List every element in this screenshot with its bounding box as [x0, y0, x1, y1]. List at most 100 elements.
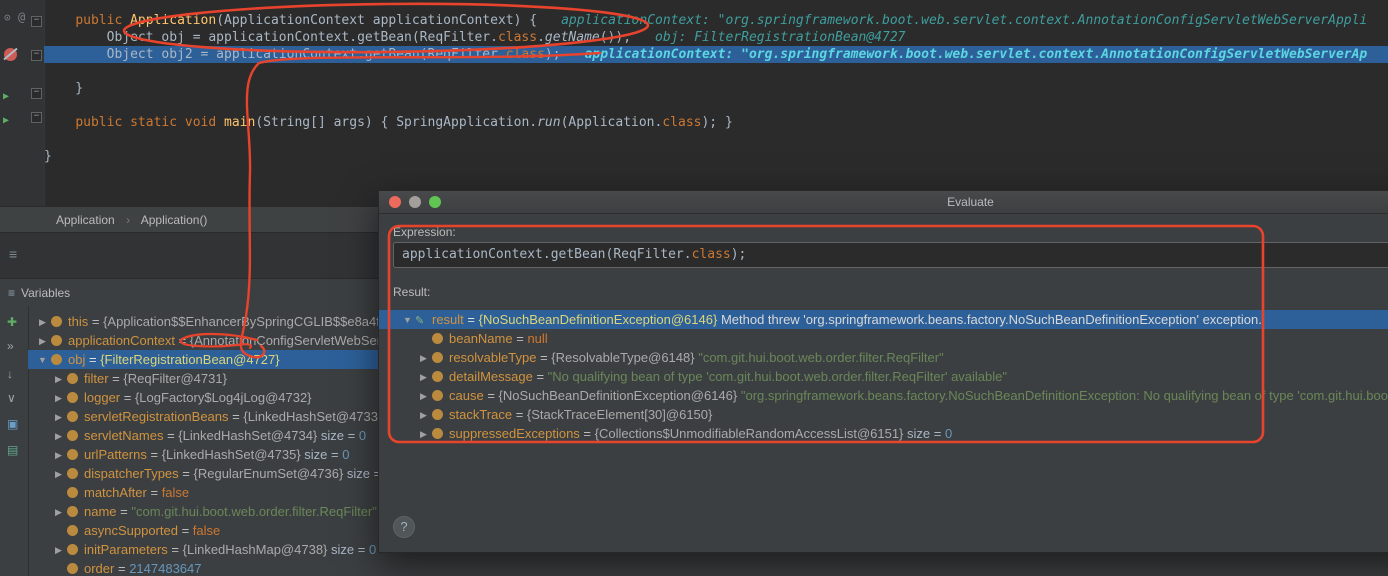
variable-row[interactable]: ▶this = {Application$$EnhancerBySpringCG…	[28, 312, 378, 331]
chevron-right-icon[interactable]: ▶	[52, 446, 65, 464]
debugger-inline-hint: applicationContext: "org.springframework…	[585, 47, 1368, 62]
result-row-selected[interactable]: ▼✎result = {NoSuchBeanDefinitionExceptio…	[379, 310, 1388, 329]
close-icon[interactable]	[389, 196, 401, 208]
chevron-down-icon[interactable]: ▼	[36, 351, 49, 369]
result-value: = {Collections$UnmodifiableRandomAccessL…	[580, 426, 952, 441]
code-line	[44, 97, 1388, 114]
variable-row[interactable]: ▶urlPatterns = {LinkedHashSet@4735} size…	[28, 445, 378, 464]
result-row[interactable]: ▶stackTrace = {StackTraceElement[30]@615…	[393, 405, 1388, 424]
code-editor[interactable]: ⊙ @ ▶ ▶ − − − − public Application(Appli…	[0, 0, 1388, 206]
chevron-right-icon[interactable]: ▶	[52, 389, 65, 407]
field-icon	[67, 544, 78, 555]
chevron-right-icon[interactable]: ▶	[417, 349, 430, 367]
tab-label: Variables	[21, 286, 70, 300]
expression-input[interactable]: applicationContext.getBean(ReqFilter.cla…	[393, 242, 1388, 268]
variables-tab-icon: ≡	[8, 286, 15, 300]
field-icon	[67, 449, 78, 460]
result-row[interactable]: ▶detailMessage = "No qualifying bean of …	[393, 367, 1388, 386]
zoom-icon[interactable]	[429, 196, 441, 208]
chevron-right-icon[interactable]: ▶	[52, 427, 65, 445]
chevron-right-icon[interactable]: ▶	[36, 313, 49, 331]
variable-row[interactable]: ▶applicationContext = {AnnotationConfigS…	[28, 331, 378, 350]
chevron-right-icon[interactable]: ▶	[417, 387, 430, 405]
result-label: Result:	[393, 284, 1388, 300]
code-fold-icon[interactable]: −	[31, 50, 42, 61]
chevron-right-icon[interactable]: ▶	[417, 425, 430, 443]
breadcrumb-item-method[interactable]: Application()	[141, 213, 208, 227]
result-value: = "No qualifying bean of type 'com.git.h…	[533, 369, 1007, 384]
gutter-marker-icon[interactable]: @	[18, 12, 25, 23]
field-icon	[67, 563, 78, 574]
help-button[interactable]: ?	[393, 516, 415, 538]
variables-panel[interactable]: ▶this = {Application$$EnhancerBySpringCG…	[28, 306, 378, 576]
breadcrumb-item-class[interactable]: Application	[56, 213, 115, 227]
layout-settings-icon[interactable]: ≡	[9, 247, 17, 261]
result-row[interactable]: ▶cause = {NoSuchBeanDefinitionException@…	[393, 386, 1388, 405]
variable-row[interactable]: ▶servletNames = {LinkedHashSet@4734} siz…	[28, 426, 378, 445]
result-row[interactable]: ▶resolvableType = {ResolvableType@6148} …	[393, 348, 1388, 367]
variable-row[interactable]: ▶name = "com.git.hui.boot.web.order.filt…	[28, 502, 378, 521]
chevron-right-icon[interactable]: ▶	[52, 541, 65, 559]
variable-value: = false	[178, 523, 220, 538]
add-watch-icon[interactable]: ✚	[7, 316, 17, 328]
result-value: = {NoSuchBeanDefinitionException@6146} "…	[484, 388, 1388, 403]
field-icon	[67, 468, 78, 479]
variable-value: = {LogFactory$Log4jLog@4732}	[120, 390, 311, 405]
code-fold-icon[interactable]: −	[31, 88, 42, 99]
result-value: = {StackTraceElement[30]@6150}	[512, 407, 712, 422]
variable-row[interactable]: ▶filter = {ReqFilter@4731}	[28, 369, 378, 388]
breadcrumb-separator-icon: ›	[126, 213, 130, 227]
result-value: = {ResolvableType@6148} "com.git.hui.boo…	[536, 350, 943, 365]
field-icon	[51, 354, 62, 365]
breakpoint-icon[interactable]	[4, 48, 17, 61]
chevron-right-icon[interactable]: ▶	[52, 370, 65, 388]
code-lines: public Application(ApplicationContext ap…	[44, 12, 1388, 165]
result-row[interactable]: ▶suppressedExceptions = {Collections$Unm…	[393, 424, 1388, 443]
chevron-right-icon[interactable]: ▶	[52, 408, 65, 426]
frames-view-icon[interactable]: ▣	[7, 418, 18, 430]
step-arrow-icon[interactable]: ↓	[7, 368, 13, 380]
code-fold-icon[interactable]: −	[31, 112, 42, 123]
variable-row[interactable]: ▶dispatcherTypes = {RegularEnumSet@4736}…	[28, 464, 378, 483]
variable-value: = {Application$$EnhancerBySpringCGLIB$$e…	[88, 314, 378, 329]
chevron-right-icon[interactable]: ▶	[36, 332, 49, 350]
code-line: public Application(ApplicationContext ap…	[44, 12, 1388, 29]
dialog-titlebar[interactable]: Evaluate	[379, 191, 1388, 214]
console-view-icon[interactable]: ▤	[7, 444, 18, 456]
field-icon	[432, 428, 443, 439]
field-icon	[67, 506, 78, 517]
chevron-down-icon[interactable]: ▼	[401, 311, 414, 329]
chevron-right-icon[interactable]: ▶	[417, 406, 430, 424]
result-row[interactable]: beanName = null	[393, 329, 1388, 348]
navigate-icon[interactable]: »	[7, 340, 14, 352]
run-gutter-icon[interactable]: ▶	[3, 116, 9, 126]
tab-variables[interactable]: ≡ Variables	[0, 279, 80, 307]
variable-row[interactable]: ▶initParameters = {LinkedHashMap@4738} s…	[28, 540, 378, 559]
debugger-inline-hint: applicationContext: "org.springframework…	[561, 13, 1367, 28]
evaluate-dialog[interactable]: Evaluate Expression: applicationContext.…	[378, 190, 1388, 553]
variable-value: = "com.git.hui.boot.web.order.filter.Req…	[117, 504, 377, 519]
field-icon	[51, 335, 62, 346]
gutter-marker-icon[interactable]: ⊙	[4, 12, 11, 23]
run-gutter-icon[interactable]: ▶	[3, 92, 9, 102]
variable-row[interactable]: matchAfter = false	[28, 483, 378, 502]
debugger-inline-hint: obj: FilterRegistrationBean@4727	[655, 30, 905, 45]
chevron-right-icon[interactable]: ▶	[52, 465, 65, 483]
minimize-icon[interactable]	[409, 196, 421, 208]
code-fold-icon[interactable]: −	[31, 16, 42, 27]
collapse-icon[interactable]: ∨	[7, 392, 16, 404]
variable-value: = {LinkedHashMap@4738} size = 0	[168, 542, 376, 557]
field-icon	[432, 333, 443, 344]
debugger-side-toolbar: ✚ » ↓ ∨ ▣ ▤	[0, 306, 29, 576]
variable-value: = {LinkedHashSet@4735} size = 0	[147, 447, 350, 462]
variable-row[interactable]: ▶logger = {LogFactory$Log4jLog@4732}	[28, 388, 378, 407]
variable-row[interactable]: order = 2147483647	[28, 559, 378, 576]
variable-row[interactable]: ▶servletRegistrationBeans = {LinkedHashS…	[28, 407, 378, 426]
code-text: }	[44, 81, 83, 96]
variable-row[interactable]: asyncSupported = false	[28, 521, 378, 540]
result-tree[interactable]: ▼✎result = {NoSuchBeanDefinitionExceptio…	[379, 310, 1388, 443]
chevron-right-icon[interactable]: ▶	[52, 503, 65, 521]
field-icon	[67, 430, 78, 441]
variable-row-selected[interactable]: ▼obj = {FilterRegistrationBean@4727}	[28, 350, 378, 369]
chevron-right-icon[interactable]: ▶	[417, 368, 430, 386]
